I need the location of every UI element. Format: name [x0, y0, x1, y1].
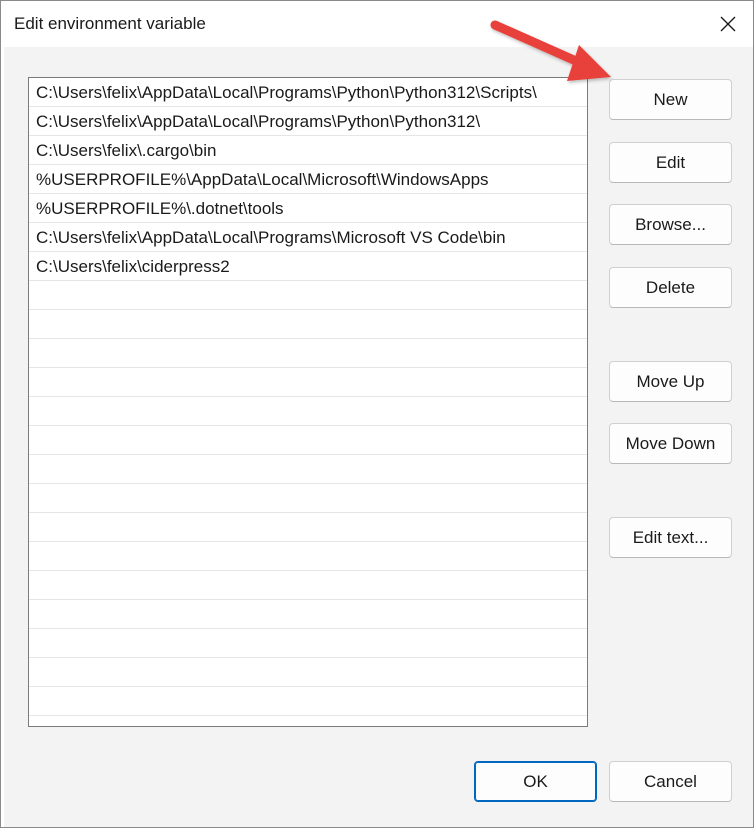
left-edge [1, 47, 4, 827]
empty-row [29, 426, 587, 455]
edit-environment-variable-dialog: Edit environment variable C:\Users\felix… [0, 0, 754, 828]
empty-row [29, 397, 587, 426]
cancel-button[interactable]: Cancel [609, 761, 732, 802]
title-bar: Edit environment variable [1, 1, 753, 47]
empty-row [29, 687, 587, 716]
edit-text-button[interactable]: Edit text... [609, 517, 732, 558]
empty-row [29, 542, 587, 571]
list-item[interactable]: %USERPROFILE%\AppData\Local\Microsoft\Wi… [29, 165, 587, 194]
empty-row [29, 484, 587, 513]
empty-row [29, 629, 587, 658]
window-title: Edit environment variable [14, 14, 206, 33]
empty-row [29, 571, 587, 600]
list-item[interactable]: %USERPROFILE%\.dotnet\tools [29, 194, 587, 223]
move-down-button[interactable]: Move Down [609, 423, 732, 464]
list-item[interactable]: C:\Users\felix\AppData\Local\Programs\Py… [29, 78, 587, 107]
new-button[interactable]: New [609, 79, 732, 120]
empty-row [29, 600, 587, 629]
empty-row [29, 455, 587, 484]
list-item[interactable]: C:\Users\felix\AppData\Local\Programs\Mi… [29, 223, 587, 252]
edit-button[interactable]: Edit [609, 142, 732, 183]
empty-row [29, 513, 587, 542]
move-up-button[interactable]: Move Up [609, 361, 732, 402]
delete-button[interactable]: Delete [609, 267, 732, 308]
empty-row [29, 368, 587, 397]
empty-row [29, 310, 587, 339]
path-list[interactable]: C:\Users\felix\AppData\Local\Programs\Py… [28, 77, 588, 727]
list-item[interactable]: C:\Users\felix\.cargo\bin [29, 136, 587, 165]
close-icon [720, 16, 736, 32]
ok-button[interactable]: OK [474, 761, 597, 802]
list-item[interactable]: C:\Users\felix\ciderpress2 [29, 252, 587, 281]
empty-row [29, 658, 587, 687]
close-button[interactable] [707, 5, 749, 43]
empty-row [29, 281, 587, 310]
empty-row [29, 339, 587, 368]
list-item[interactable]: C:\Users\felix\AppData\Local\Programs\Py… [29, 107, 587, 136]
browse-button[interactable]: Browse... [609, 204, 732, 245]
